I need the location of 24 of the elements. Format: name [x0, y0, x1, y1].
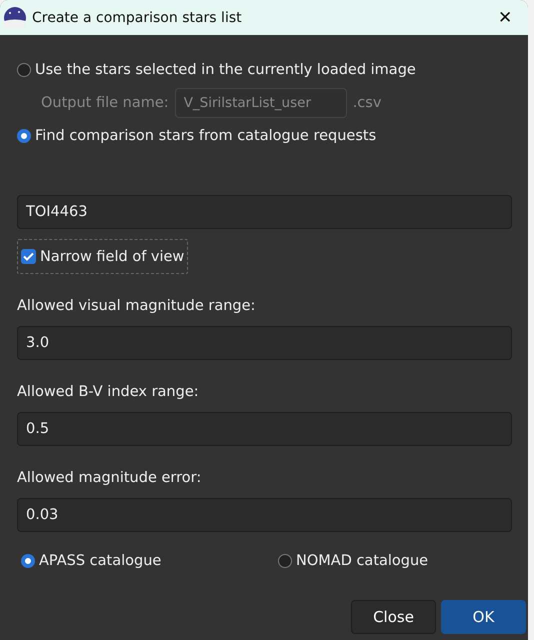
- radio-button[interactable]: [21, 554, 35, 568]
- radio-button[interactable]: [17, 63, 31, 77]
- ok-button[interactable]: OK: [441, 600, 526, 634]
- field-label: Output file name:: [41, 95, 169, 111]
- option-label: Use the stars selected in the currently loaded image: [35, 62, 416, 78]
- close-button[interactable]: ✕: [482, 0, 528, 35]
- parameter-label: Allowed visual magnitude range:: [17, 298, 256, 314]
- checkmark-icon: [23, 252, 34, 261]
- option-label: APASS catalogue: [39, 553, 162, 569]
- window-title: Create a comparison stars list: [32, 10, 243, 26]
- file-extension: .csv: [352, 95, 382, 111]
- parameter-field[interactable]: 0.5: [17, 412, 512, 446]
- option-label: NOMAD catalogue: [296, 553, 428, 569]
- option-label: Find comparison stars from catalogue requests: [35, 128, 376, 144]
- night-sky-icon: [4, 6, 26, 28]
- narrow-field-checkbox[interactable]: Narrow field of view: [17, 239, 188, 274]
- close-button[interactable]: Close: [351, 600, 436, 634]
- parameter-label: Allowed magnitude error:: [17, 470, 202, 486]
- radio-button[interactable]: [278, 554, 292, 568]
- radio-button[interactable]: [17, 129, 31, 143]
- parameter-field[interactable]: 3.0: [17, 326, 512, 360]
- parameter-label: Allowed B-V index range:: [17, 384, 200, 400]
- parameter-field[interactable]: 0.03: [17, 498, 512, 532]
- target-field[interactable]: TOI4463: [17, 195, 512, 229]
